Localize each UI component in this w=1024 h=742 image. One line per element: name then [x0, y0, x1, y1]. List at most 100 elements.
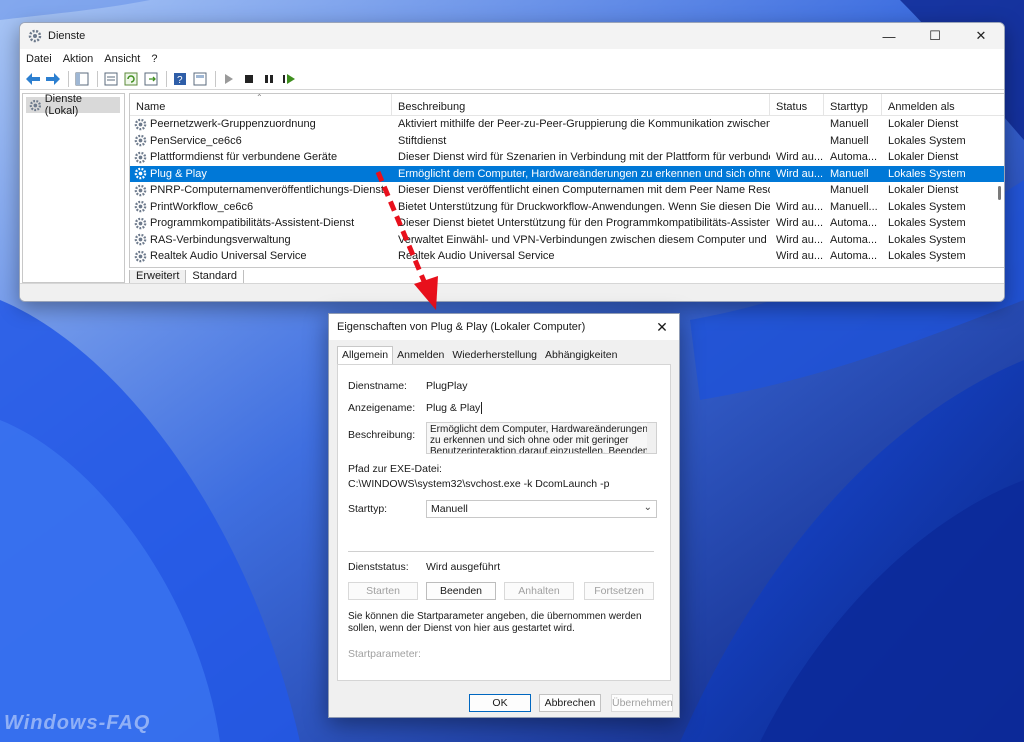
service-starttyp: Manuell... [824, 201, 882, 213]
anzeigename-field[interactable]: Plug & Play [426, 402, 483, 414]
beenden-button[interactable]: Beenden [426, 582, 496, 600]
maximize-button[interactable]: ☐ [912, 23, 958, 49]
service-name: Peernetzwerk-Gruppenzuordnung [130, 118, 392, 131]
minimize-button[interactable]: — [866, 23, 912, 49]
tree-item-dienste-lokal[interactable]: Dienste (Lokal) [26, 93, 120, 117]
starttyp-value: Manuell [431, 503, 468, 515]
service-starttyp-text: Manuell [830, 118, 869, 131]
starttyp-select[interactable]: Manuell ⌄ [426, 500, 657, 518]
service-starttyp-text: Automa... [830, 233, 878, 246]
export-list-icon[interactable] [142, 70, 160, 88]
startparameter-input[interactable] [426, 645, 657, 661]
anhalten-button[interactable]: Anhalten [504, 582, 574, 600]
table-row[interactable]: Programmkompatibilitäts-Assistent-Dienst… [130, 215, 1004, 232]
ok-button[interactable]: OK [469, 694, 531, 712]
properties-dialog: Eigenschaften von Plug & Play (Lokaler C… [328, 313, 680, 718]
service-status-text: Wird au... [776, 250, 824, 263]
red-arrow-annotation [375, 171, 438, 310]
table-row[interactable]: Peernetzwerk-Gruppenzuordnung Aktiviert m… [130, 116, 1004, 133]
view-icon[interactable] [191, 70, 209, 88]
tab-allgemein[interactable]: Allgemein [337, 346, 394, 364]
service-name-text: Plug & Play [150, 167, 207, 180]
tab-standard[interactable]: Standard [185, 270, 245, 284]
scroll-thumb[interactable] [998, 186, 1001, 200]
restart-icon[interactable] [280, 70, 298, 88]
service-starttyp: Automa... [824, 151, 882, 163]
service-name-text: PNRP-Computernamenveröffentlichungs-Dien… [150, 184, 384, 197]
console-tree-icon[interactable] [73, 70, 91, 88]
service-description-text: Verwaltet Einwähl- und VPN-Verbindungen … [398, 233, 770, 246]
play-icon[interactable] [220, 70, 238, 88]
beschreibung-label: Beschreibung: [348, 429, 416, 441]
service-anmelden-als-text: Lokales System [888, 200, 966, 213]
column-beschreibung[interactable]: Beschreibung [392, 94, 770, 116]
back-arrow-icon[interactable] [24, 70, 42, 88]
service-name-text: Plattformdienst für verbundene Geräte [150, 151, 338, 164]
dienstname-label: Dienstname: [348, 380, 407, 392]
chevron-down-icon: ⌄ [643, 502, 652, 513]
beschreibung-textbox[interactable]: Ermöglicht dem Computer, Hardwareänderun… [426, 422, 657, 454]
service-starttyp-text: Automa... [830, 151, 878, 164]
service-description-text: Aktiviert mithilfe der Peer-zu-Peer-Grup… [398, 118, 770, 131]
service-starttyp: Manuell [824, 118, 882, 130]
close-icon[interactable]: ✕ [645, 319, 679, 336]
table-row[interactable]: RAS-Verbindungsverwaltung Verwaltet Einwä… [130, 232, 1004, 249]
services-window: Dienste — ☐ ✕ Datei Aktion Ansicht ? ? D… [19, 22, 1005, 302]
tab-anmelden[interactable]: Anmelden [393, 346, 448, 364]
column-anmelden-als[interactable]: Anmelden als [882, 94, 992, 116]
gears-icon [134, 184, 147, 197]
menu-aktion[interactable]: Aktion [63, 53, 94, 65]
fortsetzen-button[interactable]: Fortsetzen [584, 582, 654, 600]
column-status[interactable]: Status [770, 94, 824, 116]
service-starttyp-text: Manuell [830, 167, 869, 180]
svg-text:?: ? [177, 75, 183, 86]
stop-icon[interactable] [240, 70, 258, 88]
pause-icon[interactable] [260, 70, 278, 88]
service-name: Plug & Play [130, 167, 392, 180]
service-anmelden-als-text: Lokaler Dienst [888, 184, 959, 197]
uebernehmen-button[interactable]: Übernehmen [611, 694, 673, 712]
table-row[interactable]: PenService_ce6c6 Stiftdienst Manuell Lokale… [130, 133, 1004, 150]
tab-erweitert[interactable]: Erweitert [129, 270, 187, 284]
dienstname-value: PlugPlay [426, 380, 468, 392]
table-row[interactable]: PrintWorkflow_ce6c6 Bietet Unterstützung … [130, 199, 1004, 216]
table-row[interactable]: Realtek Audio Universal Service Realtek A… [130, 248, 1004, 265]
description-scrollbar[interactable] [647, 423, 656, 453]
column-starttyp[interactable]: Starttyp [824, 94, 882, 116]
service-description-text: Dieser Dienst bietet Unterstützung für d… [398, 217, 770, 230]
service-anmelden-als: Lokales System [882, 250, 992, 262]
menu-ansicht[interactable]: Ansicht [104, 53, 140, 65]
starten-button[interactable]: Starten [348, 582, 418, 600]
service-status-text: Wird au... [776, 233, 824, 246]
watermark-text: Windows-FAQ [4, 712, 151, 734]
startparameter-label: Startparameter: [348, 648, 421, 660]
list-header: ⌃ Name Beschreibung Status Starttyp Anme… [130, 94, 1004, 116]
table-row[interactable]: PNRP-Computernamenveröffentlichungs-Dien… [130, 182, 1004, 199]
anzeigename-label: Anzeigename: [348, 402, 416, 414]
dienststatus-label: Dienststatus: [348, 561, 409, 573]
table-row[interactable]: Plug & Play Ermöglicht dem Computer, Hard… [130, 165, 1004, 182]
properties-list-icon[interactable] [102, 70, 120, 88]
service-starttyp-text: Automa... [830, 217, 878, 230]
tab-abhaengigkeiten[interactable]: Abhängigkeiten [541, 346, 621, 364]
vertical-scrollbar[interactable] [995, 116, 1004, 267]
view-tabs: Erweitert Standard [129, 269, 245, 284]
services-titlebar[interactable]: Dienste — ☐ ✕ [20, 23, 1004, 49]
abbrechen-button[interactable]: Abbrechen [539, 694, 601, 712]
gears-icon [29, 99, 42, 111]
tab-wiederherstellung[interactable]: Wiederherstellung [448, 346, 541, 364]
dialog-titlebar[interactable]: Eigenschaften von Plug & Play (Lokaler C… [329, 314, 679, 340]
menu-datei[interactable]: Datei [26, 53, 52, 65]
service-status: Wird au... [770, 250, 824, 262]
table-row[interactable]: Plattformdienst für verbundene Geräte Die… [130, 149, 1004, 166]
refresh-icon[interactable] [122, 70, 140, 88]
close-button[interactable]: ✕ [958, 23, 1004, 49]
service-starttyp-text: Automa... [830, 250, 878, 263]
service-name-text: Peernetzwerk-Gruppenzuordnung [150, 118, 316, 131]
service-starttyp: Automa... [824, 250, 882, 262]
gears-icon [134, 250, 147, 263]
forward-arrow-icon[interactable] [44, 70, 62, 88]
sort-up-icon: ⌃ [256, 93, 263, 102]
help-icon[interactable]: ? [171, 70, 189, 88]
menu-help[interactable]: ? [151, 53, 157, 65]
